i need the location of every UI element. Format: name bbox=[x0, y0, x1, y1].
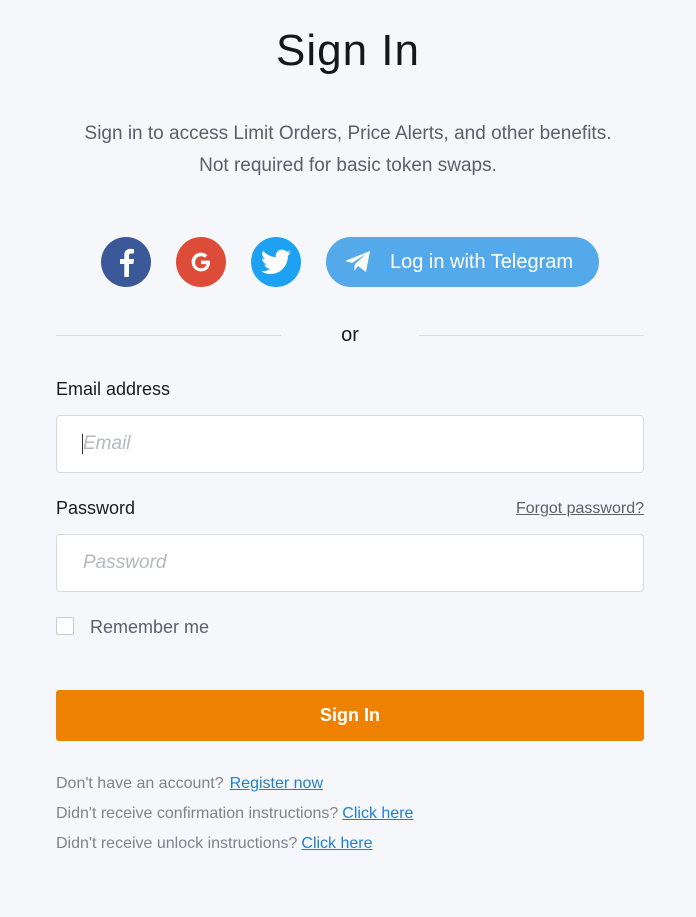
unlock-link[interactable]: Click here bbox=[301, 835, 372, 852]
remember-me-checkbox[interactable] bbox=[56, 617, 74, 635]
subtitle-line-1: Sign in to access Limit Orders, Price Al… bbox=[84, 123, 612, 144]
facebook-icon bbox=[120, 248, 134, 277]
google-icon bbox=[191, 252, 210, 272]
divider-line-right bbox=[419, 335, 644, 336]
unlock-text: Didn't receive unlock instructions? bbox=[56, 835, 298, 852]
facebook-login-button[interactable] bbox=[101, 237, 151, 287]
twitter-icon bbox=[261, 249, 291, 274]
email-field[interactable] bbox=[56, 415, 644, 473]
sign-in-button[interactable]: Sign In bbox=[56, 690, 644, 741]
divider-line-left bbox=[56, 335, 281, 336]
telegram-icon bbox=[344, 250, 372, 274]
register-prompt: Don't have an account? Register now bbox=[56, 775, 323, 793]
email-label: Email address bbox=[56, 379, 171, 399]
password-label: Password bbox=[56, 498, 136, 518]
twitter-login-button[interactable] bbox=[251, 237, 301, 287]
register-text: Don't have an account? bbox=[56, 775, 224, 792]
page-subtitle: Sign in to access Limit Orders, Price Al… bbox=[40, 118, 656, 182]
google-login-button[interactable] bbox=[176, 237, 226, 287]
telegram-login-button[interactable]: Log in with Telegram bbox=[326, 237, 599, 287]
confirmation-link[interactable]: Click here bbox=[342, 805, 413, 822]
divider-text: or bbox=[341, 324, 359, 346]
page-title: Sign In bbox=[276, 26, 420, 75]
register-link[interactable]: Register now bbox=[230, 775, 323, 792]
confirmation-prompt: Didn't receive confirmation instructions… bbox=[56, 805, 413, 823]
forgot-password-link[interactable]: Forgot password? bbox=[516, 500, 644, 518]
telegram-login-label: Log in with Telegram bbox=[390, 250, 574, 273]
password-field[interactable] bbox=[56, 534, 644, 592]
unlock-prompt: Didn't receive unlock instructions? Click… bbox=[56, 835, 373, 853]
text-cursor bbox=[82, 434, 83, 454]
remember-me-label[interactable]: Remember me bbox=[90, 617, 209, 638]
subtitle-line-2: Not required for basic token swaps. bbox=[199, 155, 497, 176]
confirmation-text: Didn't receive confirmation instructions… bbox=[56, 805, 339, 822]
